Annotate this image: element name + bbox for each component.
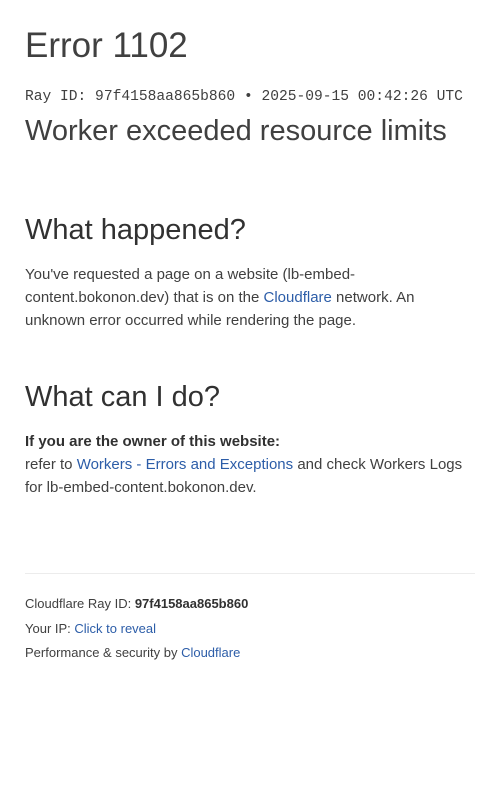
what-happened-text: You've requested a page on a website (lb…: [25, 264, 475, 332]
footer-divider: [25, 573, 475, 574]
error-title: Error 1102: [25, 26, 188, 65]
footer-ip: Your IP: Click to reveal: [25, 620, 156, 638]
footer-ip-label: Your IP:: [25, 621, 75, 636]
error-subtitle: Worker exceeded resource limits: [25, 115, 447, 147]
footer-performance: Performance & security by Cloudflare: [25, 644, 240, 662]
reveal-ip-link[interactable]: Click to reveal: [74, 621, 156, 636]
what-happened-heading: What happened?: [25, 214, 246, 246]
what-can-i-do-text: If you are the owner of this website: ref…: [25, 431, 475, 499]
error-page: Error 1102 Ray ID: 97f4158aa865b860 • 20…: [0, 0, 500, 800]
what-can-i-do-heading: What can I do?: [25, 381, 221, 413]
workers-errors-link[interactable]: Workers - Errors and Exceptions: [77, 456, 293, 473]
footer-ray-value: 97f4158aa865b860: [134, 596, 249, 611]
what-can-i-do-text-start: refer to: [25, 455, 77, 473]
footer-ray-label: Cloudflare Ray ID:: [25, 596, 135, 611]
owner-label: If you are the owner of this website:: [25, 433, 281, 450]
footer-cloudflare-link[interactable]: Cloudflare: [181, 645, 240, 660]
cloudflare-link[interactable]: Cloudflare: [264, 289, 332, 306]
ray-id-timestamp: Ray ID: 97f4158aa865b860 • 2025-09-15 00…: [25, 89, 463, 105]
footer-perf-label: Performance & security by: [25, 645, 182, 660]
footer-ray-id: Cloudflare Ray ID: 97f4158aa865b860: [25, 595, 248, 613]
